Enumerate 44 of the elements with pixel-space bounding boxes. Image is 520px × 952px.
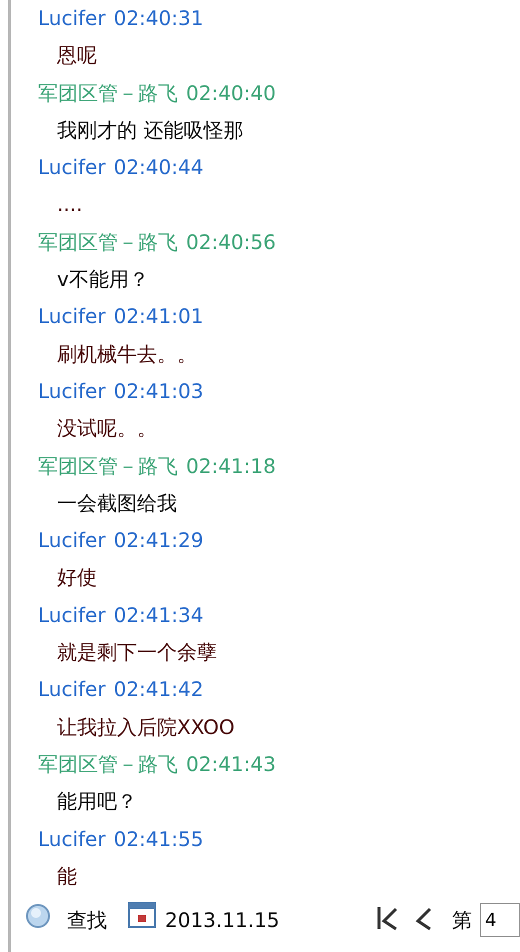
message-time: 02:41:03 [114,378,204,403]
message-time: 02:41:01 [114,304,204,328]
message-time: 02:41:34 [114,602,204,627]
message-text: 能用吧？ [57,789,137,814]
find-label[interactable]: 查找 [67,905,107,936]
sender-name: Lucifer [38,602,106,627]
message-time: 02:40:40 [186,80,276,105]
message-time: 02:41:43 [186,752,276,776]
message-text: 好使 [57,565,97,590]
sender-name: Lucifer [38,677,106,702]
message-text: 没试呢。。 [57,416,157,440]
calendar-icon[interactable] [127,899,157,930]
search-icon[interactable] [25,903,51,930]
message-text: 让我拉入后院XXOO [57,714,235,739]
sender-name: Lucifer [38,155,106,180]
message-text: 一会截图给我 [57,490,177,515]
message-text: 刷机械牛去。。 [57,342,197,366]
message-text: v不能用？ [57,267,149,292]
sender-name: 军团区管－路飞 [38,80,178,105]
previous-page-icon[interactable] [414,905,434,932]
sender-name: Lucifer [38,304,106,328]
page-label: 第 [452,907,472,934]
sender-name: Lucifer [38,378,106,403]
page-field[interactable]: 4 [480,903,520,938]
sender-name: Lucifer [38,826,106,851]
message-text: 我刚才的 还能吸怪那 [57,118,244,142]
sender-name: Lucifer [38,528,106,552]
message-time: 02:41:29 [114,528,204,552]
sender-name: 军团区管－路飞 [38,230,178,254]
message-text: 就是剩下一个余孽 [57,640,217,664]
first-page-icon[interactable] [376,905,400,932]
message-text: 能 [57,864,77,888]
message-text: .... [57,192,82,216]
message-time: 02:41:55 [114,826,204,851]
sender-name: Lucifer [38,6,106,30]
message-time: 02:40:31 [114,6,204,30]
message-time: 02:40:56 [186,230,276,254]
message-time: 02:40:44 [114,155,204,180]
sender-name: 军团区管－路飞 [38,454,178,478]
message-time: 02:41:42 [114,677,204,702]
message-time: 02:41:18 [186,454,276,478]
date-label[interactable]: 2013.11.15 [165,905,280,936]
sender-name: 军团区管－路飞 [38,752,178,776]
message-text: 恩呢 [57,43,97,68]
